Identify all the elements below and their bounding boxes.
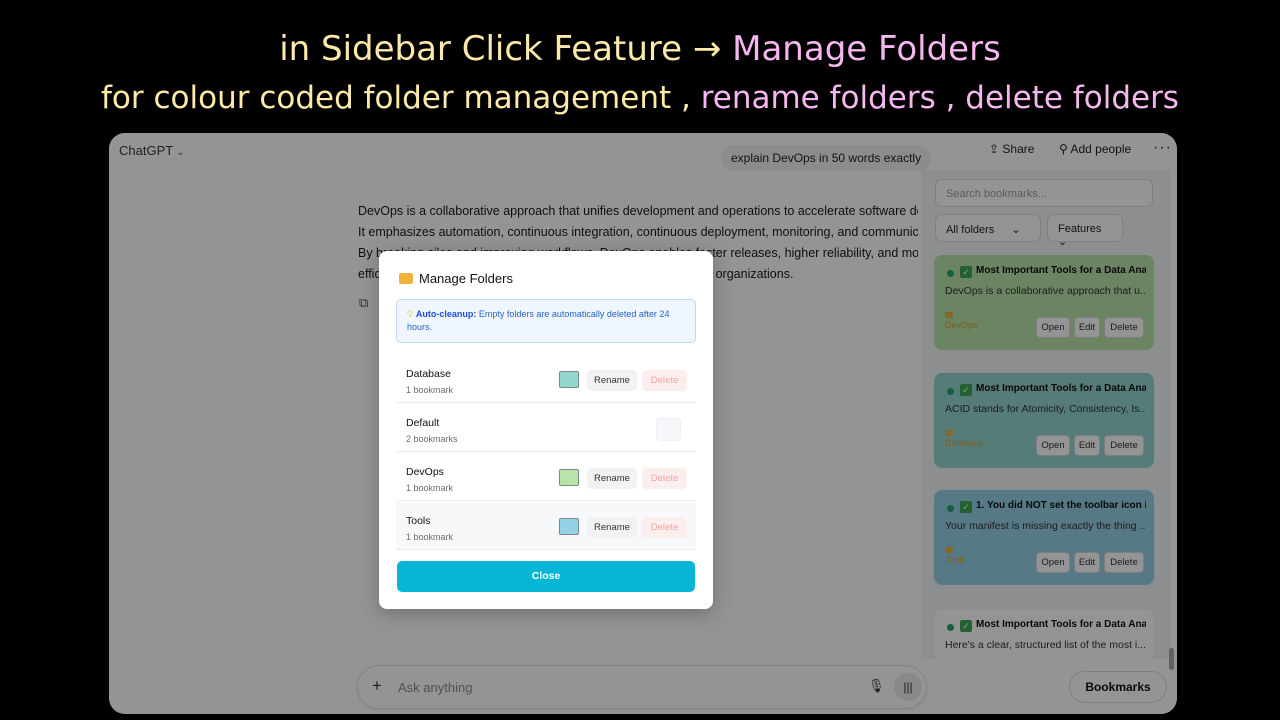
folder-row: Tools 1 bookmark Rename Delete [396, 502, 696, 550]
folder-count: 1 bookmark [406, 483, 454, 493]
color-picker[interactable] [559, 518, 579, 535]
app-window: ChatGPT ⌄ ⇪ Share ⚲ Add people ··· explai… [109, 133, 1177, 714]
rename-button[interactable]: Rename [587, 370, 637, 391]
folder-name: Tools [406, 515, 431, 527]
folder-row: Default 2 bookmarks [396, 404, 696, 452]
folder-name: DevOps [406, 466, 444, 478]
delete-button[interactable]: Delete [642, 517, 687, 538]
folder-count: 1 bookmark [406, 532, 454, 542]
rename-button[interactable]: Rename [587, 468, 637, 489]
color-picker[interactable] [559, 371, 579, 388]
folder-name: Default [406, 417, 440, 429]
headline-part: in Sidebar Click Feature → [279, 29, 722, 69]
dialog-title-label: Manage Folders [419, 271, 513, 286]
close-button[interactable]: Close [397, 561, 695, 592]
folder-row: Database 1 bookmark Rename Delete [396, 355, 696, 403]
dialog-title: Manage Folders [399, 271, 513, 286]
color-picker[interactable] [559, 469, 579, 486]
headline-part: Manage Folders [732, 29, 1001, 69]
notice-heading: Auto-cleanup: [415, 309, 477, 319]
headline-part: rename folders , delete folders [700, 80, 1179, 116]
headline-part: for colour coded folder management , [101, 80, 691, 116]
lightbulb-icon: 💡︎ [407, 309, 414, 319]
color-picker[interactable] [656, 418, 681, 441]
rename-button[interactable]: Rename [587, 517, 637, 538]
folder-icon [399, 273, 413, 284]
delete-button[interactable]: Delete [642, 370, 687, 391]
auto-cleanup-notice: 💡︎ Auto-cleanup: Empty folders are autom… [396, 299, 696, 343]
folder-count: 1 bookmark [406, 385, 454, 395]
manage-folders-dialog: Manage Folders 💡︎ Auto-cleanup: Empty fo… [379, 251, 713, 609]
headline-line-2: for colour coded folder management , ren… [0, 78, 1280, 118]
headline-line-1: in Sidebar Click Feature → Manage Folder… [0, 28, 1280, 70]
folder-count: 2 bookmarks [406, 434, 458, 444]
delete-button[interactable]: Delete [642, 468, 687, 489]
folder-row: DevOps 1 bookmark Rename Delete [396, 453, 696, 501]
folder-name: Database [406, 368, 451, 380]
